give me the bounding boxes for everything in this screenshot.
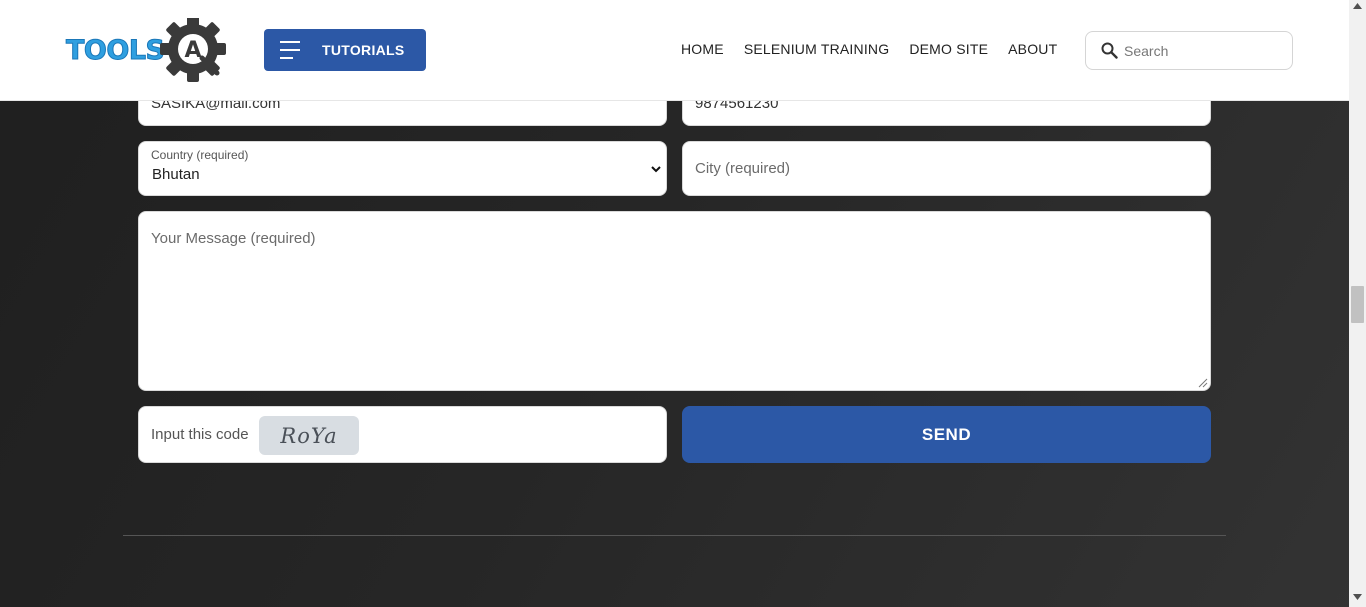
- page-scrollbar[interactable]: [1349, 0, 1366, 607]
- resize-grip-icon[interactable]: [1198, 378, 1208, 388]
- search-input[interactable]: [1124, 40, 1284, 62]
- gear-logo-icon: A: [160, 18, 227, 82]
- captcha-label: Input this code: [151, 426, 249, 443]
- message-field: [138, 211, 1211, 391]
- send-button[interactable]: SEND: [682, 406, 1211, 463]
- message-textarea[interactable]: [151, 230, 1191, 380]
- main-nav: HOME SELENIUM TRAINING DEMO SITE ABOUT: [681, 41, 1077, 57]
- country-label: Country (required): [151, 148, 249, 162]
- logo-letter: A: [185, 38, 202, 63]
- scroll-up-icon[interactable]: [1353, 3, 1362, 9]
- captcha-code-image: RoYa: [259, 416, 359, 455]
- search-box: [1085, 31, 1293, 70]
- footer-divider: [123, 535, 1226, 536]
- site-header: TOOLS A TUTORIALS HOME SELENIUM TRAINING…: [0, 0, 1349, 101]
- nav-about[interactable]: ABOUT: [1008, 41, 1057, 57]
- hamburger-icon: [280, 41, 300, 59]
- scroll-thumb[interactable]: [1351, 286, 1364, 323]
- scroll-down-icon[interactable]: [1353, 594, 1362, 600]
- tutorials-label: TUTORIALS: [322, 42, 405, 58]
- country-value: Bhutan: [152, 166, 200, 183]
- tutorials-button[interactable]: TUTORIALS: [264, 29, 426, 71]
- nav-demo-site[interactable]: DEMO SITE: [909, 41, 988, 57]
- nav-selenium-training[interactable]: SELENIUM TRAINING: [744, 41, 890, 57]
- chevron-down-icon: [651, 166, 661, 173]
- country-select[interactable]: Country (required) Bhutan: [138, 141, 667, 196]
- city-field: [682, 141, 1211, 196]
- search-icon[interactable]: [1101, 42, 1118, 59]
- captcha-input[interactable]: [367, 425, 657, 442]
- logo-text: TOOLS: [65, 34, 165, 66]
- captcha-field: Input this code RoYa: [138, 406, 667, 463]
- city-input[interactable]: [695, 160, 1195, 177]
- nav-home[interactable]: HOME: [681, 41, 724, 57]
- toolsqa-logo[interactable]: TOOLS A: [65, 18, 240, 82]
